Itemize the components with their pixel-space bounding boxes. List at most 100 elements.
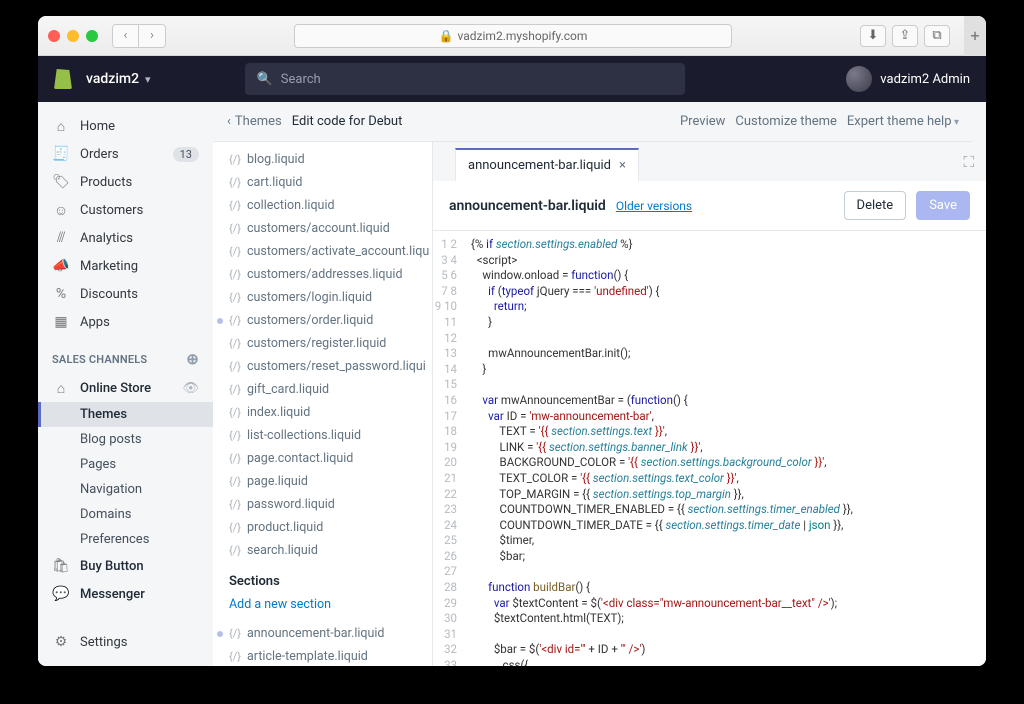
file-item[interactable]: {/}announcement-bar.liquid [213, 622, 432, 645]
browser-chrome: ‹ › 🔒 vadzim2.myshopify.com ⬇ ⇪ ⧉ + [38, 16, 986, 56]
file-item[interactable]: {/}page.liquid [213, 470, 432, 493]
expert-help-menu[interactable]: Expert theme help [847, 104, 959, 139]
tabs-icon[interactable]: ⧉ [924, 25, 950, 47]
liquid-tag-icon: {/} [229, 153, 241, 166]
save-button[interactable]: Save [916, 191, 970, 220]
window-zoom-icon[interactable] [86, 30, 98, 42]
breadcrumb-back[interactable]: ‹ Themes [227, 114, 282, 129]
file-item[interactable]: {/}blog.liquid [213, 148, 432, 171]
file-name: product.liquid [247, 520, 323, 535]
avatar [846, 66, 872, 92]
nav-icon: ⫻ [52, 230, 70, 246]
file-item[interactable]: {/}cart.liquid [213, 171, 432, 194]
channel-icon: 💬 [52, 586, 70, 602]
channel-messenger[interactable]: 💬Messenger [38, 580, 213, 608]
sales-channels-heading: SALES CHANNELS ⊕ [38, 336, 213, 374]
preview-link[interactable]: Preview [680, 104, 725, 139]
file-item[interactable]: {/}customers/login.liquid [213, 286, 432, 309]
window-close-icon[interactable] [48, 30, 60, 42]
search-input[interactable]: 🔍 Search [245, 63, 685, 95]
nav-item-orders[interactable]: 🧾Orders13 [38, 140, 213, 168]
file-name: password.liquid [247, 497, 335, 512]
subnav-themes[interactable]: Themes [38, 402, 213, 427]
file-item[interactable]: {/}product.liquid [213, 516, 432, 539]
nav-item-discounts[interactable]: %Discounts [38, 280, 213, 308]
nav-label: Home [80, 119, 115, 134]
file-name: page.contact.liquid [247, 451, 353, 466]
eye-icon[interactable]: 👁 [182, 381, 199, 396]
file-name: customers/account.liquid [247, 221, 390, 236]
file-name: article-template.liquid [247, 649, 368, 664]
channel-online-store[interactable]: ⌂ Online Store 👁 [38, 374, 213, 402]
file-item[interactable]: {/} article-template.liquid [213, 645, 432, 666]
liquid-tag-icon: {/} [229, 291, 241, 304]
add-channel-icon[interactable]: ⊕ [186, 350, 199, 368]
liquid-tag-icon: {/} [229, 627, 241, 640]
subnav-blog-posts[interactable]: Blog posts [38, 427, 213, 452]
app-topbar: vadzim2 ▾ 🔍 Search vadzim2 Admin [38, 56, 986, 102]
file-item[interactable]: {/}list-collections.liquid [213, 424, 432, 447]
customize-theme-link[interactable]: Customize theme [735, 104, 837, 139]
add-section-link[interactable]: Add a new section [213, 593, 432, 622]
file-tree-panel: ‹ Themes Edit code for Debut Preview Cus… [213, 102, 433, 666]
nav-item-marketing[interactable]: 📣Marketing [38, 252, 213, 280]
file-name: page.liquid [247, 474, 308, 489]
primary-nav: ⌂ Home 🧾Orders13🏷Products☺Customers⫻Analyt… [38, 102, 213, 666]
liquid-tag-icon: {/} [229, 650, 241, 663]
liquid-tag-icon: {/} [229, 452, 241, 465]
close-tab-icon[interactable]: × [619, 158, 626, 173]
nav-label: Orders [80, 147, 119, 162]
delete-button[interactable]: Delete [844, 191, 907, 220]
store-switcher[interactable]: vadzim2 ▾ [86, 71, 151, 87]
window-minimize-icon[interactable] [67, 30, 79, 42]
code-editor[interactable]: 1 2 3 4 5 6 7 8 9 10 11 12 13 14 15 16 1… [433, 231, 986, 666]
nav-icon: ⌂ [52, 118, 70, 134]
page-title: Edit code for Debut [292, 114, 403, 129]
file-item[interactable]: {/}index.liquid [213, 401, 432, 424]
file-item[interactable]: {/}customers/activate_account.liqu [213, 240, 432, 263]
channel-icon: ⌂ [52, 380, 70, 396]
older-versions-link[interactable]: Older versions [616, 199, 692, 213]
user-menu[interactable]: vadzim2 Admin [846, 66, 970, 92]
liquid-tag-icon: {/} [229, 268, 241, 281]
subnav-domains[interactable]: Domains [38, 502, 213, 527]
new-tab-button[interactable]: + [964, 16, 986, 56]
editor-tab-label: announcement-bar.liquid [468, 158, 611, 173]
file-item[interactable]: {/}search.liquid [213, 539, 432, 562]
nav-item-customers[interactable]: ☺Customers [38, 196, 213, 224]
file-item[interactable]: {/}customers/account.liquid [213, 217, 432, 240]
store-name: vadzim2 [86, 71, 139, 87]
nav-settings[interactable]: ⚙ Settings [38, 628, 213, 656]
nav-settings-label: Settings [80, 635, 127, 650]
nav-item-home[interactable]: ⌂ Home [38, 112, 213, 140]
channel-buy-button[interactable]: 🛍Buy Button [38, 552, 213, 580]
channel-label: Online Store [80, 381, 151, 396]
download-icon[interactable]: ⬇ [860, 25, 886, 47]
breadcrumb: ‹ Themes Edit code for Debut Preview Cus… [213, 102, 973, 142]
browser-back-button[interactable]: ‹ [113, 25, 139, 47]
file-item[interactable]: {/}password.liquid [213, 493, 432, 516]
sections-heading: Sections [213, 562, 432, 593]
file-item[interactable]: {/}gift_card.liquid [213, 378, 432, 401]
browser-forward-button[interactable]: › [139, 25, 165, 47]
file-item[interactable]: {/}customers/reset_password.liqui [213, 355, 432, 378]
file-item[interactable]: {/}customers/order.liquid [213, 309, 432, 332]
file-item[interactable]: {/}collection.liquid [213, 194, 432, 217]
browser-url-bar[interactable]: 🔒 vadzim2.myshopify.com [294, 24, 732, 48]
fullscreen-icon[interactable]: ⛶ [963, 153, 974, 171]
file-name: customers/reset_password.liqui [247, 359, 426, 374]
file-item[interactable]: {/}customers/addresses.liquid [213, 263, 432, 286]
subnav-pages[interactable]: Pages [38, 452, 213, 477]
code-body[interactable]: {% if section.settings.enabled %} <scrip… [463, 231, 986, 666]
subnav-navigation[interactable]: Navigation [38, 477, 213, 502]
editor-tab[interactable]: announcement-bar.liquid × [455, 148, 639, 181]
file-item[interactable]: {/} page.contact.liquid [213, 447, 432, 470]
file-item[interactable]: {/}customers/register.liquid [213, 332, 432, 355]
subnav-preferences[interactable]: Preferences [38, 527, 213, 552]
nav-item-apps[interactable]: ▦Apps [38, 308, 213, 336]
browser-url-text: vadzim2.myshopify.com [458, 29, 588, 43]
nav-item-analytics[interactable]: ⫻Analytics [38, 224, 213, 252]
nav-item-products[interactable]: 🏷Products [38, 168, 213, 196]
share-icon[interactable]: ⇪ [892, 25, 918, 47]
liquid-tag-icon: {/} [229, 199, 241, 212]
